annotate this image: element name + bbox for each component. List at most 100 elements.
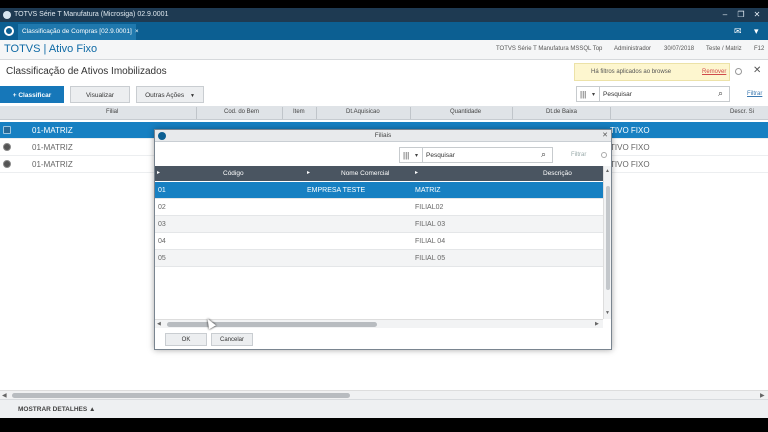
dialog-title: Filiais	[374, 132, 392, 139]
search-icon[interactable]: ⌕	[541, 149, 546, 160]
cell-codigo: 02	[158, 204, 166, 211]
dialog-table-row[interactable]: 01 EMPRESA TESTE MATRIZ	[155, 182, 603, 199]
column-header-item[interactable]: Item	[293, 109, 305, 115]
column-header-cod-bem[interactable]: Cod. do Bem	[224, 109, 259, 115]
column-separator	[610, 107, 611, 119]
cell-codigo: 04	[158, 238, 166, 245]
dialog-table-row[interactable]: 03 FILIAL 03	[155, 216, 603, 233]
filters-text: Há filtros aplicados ao browse	[591, 69, 672, 75]
restore-button[interactable]: ❐	[734, 10, 748, 20]
scroll-right-icon[interactable]: ▶	[595, 321, 599, 327]
application-frame: TOTVS Série T Manufatura (Microsiga) 02.…	[0, 0, 768, 432]
dialog-close-icon[interactable]: ✕	[601, 131, 609, 140]
column-header-descricao[interactable]: Descrição	[543, 170, 572, 177]
other-actions-label: Outras Ações	[145, 92, 185, 99]
dialog-grid-header: ▸ Código ▸ Nome Comercial ▸ Descrição	[155, 166, 603, 181]
scrollbar-thumb[interactable]	[167, 322, 377, 327]
column-header-dt-aquisicao[interactable]: Dt.Aquisicao	[346, 109, 380, 115]
dialog-search-input[interactable]	[426, 150, 536, 160]
dialog-filter-link[interactable]: Filtrar	[571, 152, 586, 158]
column-header-dt-baixa[interactable]: Dt.de Baixa	[546, 109, 577, 115]
ok-button[interactable]: OK	[165, 333, 207, 346]
column-separator	[282, 107, 283, 119]
search-input[interactable]	[603, 89, 713, 99]
scroll-left-icon[interactable]: ◀	[157, 321, 161, 327]
close-icon[interactable]: ✕	[753, 65, 761, 76]
cell-descricao: FILIAL 03	[415, 221, 446, 228]
page-title: Classificação de Ativos Imobilizados	[6, 66, 167, 77]
search-separator	[599, 87, 600, 101]
column-separator	[410, 107, 411, 119]
filiais-dialog: Filiais ✕ ||| ▾ ⌕ Filtrar ▸ Código ▸ Nom…	[154, 129, 612, 350]
totvs-logo-icon[interactable]	[4, 26, 14, 36]
cell-descricao: FILIAL 05	[415, 255, 446, 262]
filter-link[interactable]: Filtrar	[747, 91, 762, 97]
column-separator	[316, 107, 317, 119]
scroll-up-icon[interactable]: ▲	[605, 168, 610, 174]
dialog-vertical-scrollbar[interactable]: ▲ ▼	[603, 166, 611, 319]
cell-codigo: 05	[158, 255, 166, 262]
view-button[interactable]: Visualizar	[70, 86, 130, 103]
search-separator	[422, 148, 423, 162]
cancel-button[interactable]: Cancelar	[211, 333, 253, 346]
column-header-filial[interactable]: Filial	[106, 109, 118, 115]
scrollbar-thumb[interactable]	[606, 186, 610, 290]
grid-header: Filial Cod. do Bem Item Dt.Aquisicao Qua…	[0, 106, 768, 120]
scroll-down-icon[interactable]: ▼	[605, 310, 610, 316]
scroll-right-icon[interactable]: ▶	[760, 392, 765, 399]
cell-descricao: FILIAL 04	[415, 238, 446, 245]
column-sort-icon[interactable]: ▸	[415, 169, 418, 176]
window-close-button[interactable]: ✕	[750, 10, 764, 20]
column-header-nome[interactable]: Nome Comercial	[341, 170, 389, 177]
module-header: TOTVS | Ativo Fixo TOTVS Série T Manufat…	[0, 40, 768, 60]
user-name[interactable]: Administrador	[614, 46, 651, 52]
cell-codigo: 01	[158, 187, 166, 194]
dialog-table-row[interactable]: 05 FILIAL 05	[155, 250, 603, 267]
dialog-title-bar: Filiais ✕	[155, 130, 611, 142]
columns-icon[interactable]: |||	[580, 90, 586, 99]
search-box: ||| ▾ ⌕	[576, 86, 730, 102]
system-name: TOTVS Série T Manufatura MSSQL Top	[496, 46, 603, 52]
loading-icon	[601, 152, 607, 158]
cell-descricao: MATRIZ	[415, 187, 441, 194]
status-legend-icon[interactable]	[3, 126, 11, 134]
app-icon	[3, 11, 11, 19]
classify-button[interactable]: + Classificar	[0, 86, 64, 103]
cell-filial: 01-MATRIZ	[32, 126, 73, 135]
scrollbar-thumb[interactable]	[12, 393, 350, 398]
horizontal-scrollbar[interactable]: ◀ ▶	[0, 390, 768, 399]
remove-filters-link[interactable]: Remover	[702, 69, 726, 75]
cell-descricao: FILIAL02	[415, 204, 444, 211]
columns-icon[interactable]: |||	[403, 151, 409, 160]
other-actions-button[interactable]: Outras Ações ▼	[136, 86, 204, 103]
dialog-horizontal-scrollbar[interactable]: ◀ ▶	[155, 319, 603, 328]
dialog-table-row[interactable]: 04 FILIAL 04	[155, 233, 603, 250]
column-header-quantidade[interactable]: Quantidade	[450, 109, 481, 115]
search-icon[interactable]: ⌕	[718, 88, 723, 99]
mail-icon[interactable]: ✉	[734, 26, 742, 36]
column-header-descr[interactable]: Descr. Si	[730, 109, 754, 115]
status-legend-icon[interactable]	[3, 143, 11, 151]
cell-codigo: 03	[158, 221, 166, 228]
show-details-toggle[interactable]: MOSTRAR DETALHES ▲	[18, 406, 95, 413]
user-menu-icon[interactable]: ▾	[754, 26, 759, 36]
loading-icon	[735, 68, 742, 75]
dialog-table-row[interactable]: 02 FILIAL02	[155, 199, 603, 216]
cell-filial: 01-MATRIZ	[32, 143, 73, 152]
minimize-button[interactable]: –	[718, 10, 732, 20]
chevron-down-icon[interactable]: ▾	[415, 152, 418, 159]
shortcut-key[interactable]: F12	[754, 46, 764, 52]
window-title: TOTVS Série T Manufatura (Microsiga) 02.…	[14, 11, 169, 18]
cell-nome: EMPRESA TESTE	[307, 187, 366, 194]
tab-classificacao-compras[interactable]: Classificação de Compras [02.9.0001] ×	[18, 24, 139, 40]
tab-close-icon[interactable]: ×	[135, 28, 139, 35]
branch-name[interactable]: Teste / Matriz	[706, 46, 742, 52]
system-date: 30/07/2018	[664, 46, 695, 52]
column-header-codigo[interactable]: Código	[223, 170, 244, 177]
column-sort-icon[interactable]: ▸	[307, 169, 310, 176]
scroll-left-icon[interactable]: ◀	[2, 392, 7, 399]
cell-descr: TIVO FIXO	[610, 126, 650, 135]
status-legend-icon[interactable]	[3, 160, 11, 168]
chevron-down-icon[interactable]: ▾	[592, 91, 595, 98]
column-sort-icon[interactable]: ▸	[157, 169, 160, 176]
